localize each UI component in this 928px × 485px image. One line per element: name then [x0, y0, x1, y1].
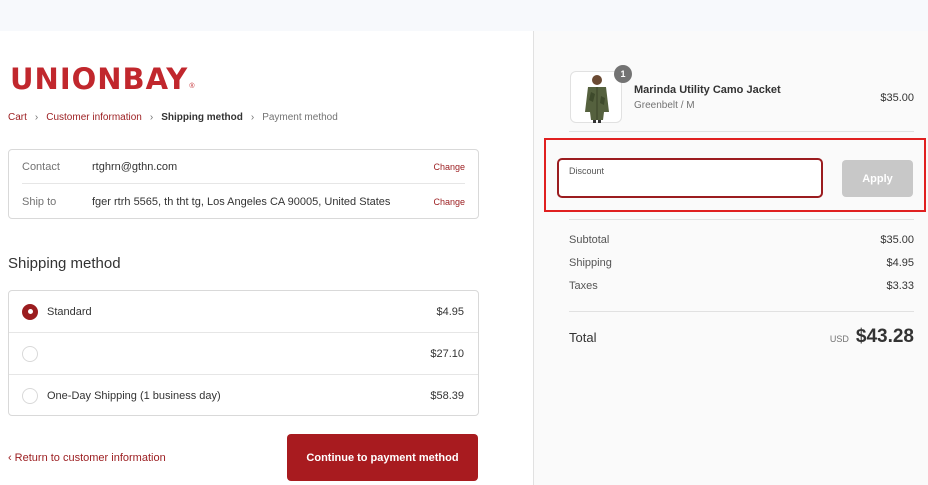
- shipping-option-label: One-Day Shipping (1 business day): [47, 390, 221, 402]
- contact-value: rtghrn@gthn.com: [92, 160, 178, 173]
- shipping-options: Standard $4.95 $27.10 One-Day Shipping (…: [8, 290, 479, 416]
- discount-input[interactable]: Discount: [558, 159, 822, 197]
- taxes-label: Taxes: [569, 280, 598, 292]
- contact-label: Contact: [22, 160, 60, 173]
- shipping-option-2[interactable]: $27.10: [9, 333, 478, 375]
- product-thumbnail: 1: [570, 65, 632, 123]
- divider: [569, 311, 914, 312]
- total-amount: USD $43.28: [830, 326, 914, 348]
- product-name: Marinda Utility Camo Jacket: [634, 84, 781, 96]
- discount-placeholder: Discount: [569, 166, 605, 176]
- divider: [569, 131, 914, 132]
- breadcrumb-cart[interactable]: Cart: [8, 112, 27, 123]
- product-price: $35.00: [880, 92, 914, 104]
- change-ship-to-link[interactable]: Change: [433, 197, 465, 207]
- main-content: UNIONBAY ® Cart › Customer information ›…: [0, 31, 533, 485]
- shipping-method-title: Shipping method: [8, 255, 121, 272]
- contact-row: Contact rtghrn@gthn.com Change: [22, 150, 465, 184]
- taxes-row: Taxes $3.33: [569, 280, 914, 292]
- chevron-right-icon: ›: [250, 112, 255, 123]
- registered-mark: ®: [189, 83, 195, 90]
- chevron-right-icon: ›: [34, 112, 39, 123]
- chevron-right-icon: ›: [149, 112, 154, 123]
- radio-dot-icon: [27, 309, 33, 314]
- radio-button[interactable]: [22, 303, 38, 320]
- breadcrumb: Cart › Customer information › Shipping m…: [8, 112, 338, 123]
- continue-to-payment-button[interactable]: Continue to payment method: [287, 434, 478, 481]
- shipping-option-standard[interactable]: Standard $4.95: [9, 291, 478, 333]
- chevron-left-icon: ‹: [8, 452, 12, 464]
- breadcrumb-shipping-method: Shipping method: [161, 112, 243, 123]
- shipping-option-label: Standard: [47, 305, 92, 318]
- ship-to-value: fger rtrh 5565, th tht tg, Los Angeles C…: [92, 196, 391, 208]
- breadcrumb-customer-information[interactable]: Customer information: [46, 112, 142, 123]
- taxes-value: $3.33: [886, 280, 914, 292]
- shipping-option-price: $27.10: [430, 347, 464, 360]
- quantity-badge: 1: [614, 65, 632, 83]
- total-value: $43.28: [855, 326, 914, 347]
- shipping-value: $4.95: [886, 257, 914, 269]
- return-to-customer-information-link[interactable]: ‹ Return to customer information: [8, 452, 166, 464]
- shipping-option-price: $58.39: [430, 390, 464, 402]
- product-variant: Greenbelt / M: [634, 100, 695, 111]
- divider: [569, 219, 914, 220]
- subtotal-value: $35.00: [880, 234, 914, 246]
- radio-button[interactable]: [22, 388, 38, 404]
- breadcrumb-payment-method: Payment method: [262, 112, 338, 123]
- change-contact-link[interactable]: Change: [433, 162, 465, 172]
- subtotal-label: Subtotal: [569, 234, 610, 246]
- subtotal-row: Subtotal $35.00: [569, 234, 914, 246]
- apply-discount-button[interactable]: Apply: [842, 160, 913, 197]
- product-line-item: 1 Marinda Utility Camo Jacket Greenbelt …: [570, 65, 914, 124]
- ship-to-row: Ship to fger rtrh 5565, th tht tg, Los A…: [22, 185, 465, 219]
- radio-button[interactable]: [22, 345, 38, 362]
- currency-code: USD: [829, 334, 849, 344]
- shipping-option-price: $4.95: [436, 305, 464, 318]
- logo-text: UNIONBAY: [10, 62, 189, 96]
- review-box: Contact rtghrn@gthn.com Change Ship to f…: [8, 149, 479, 219]
- shipping-row: Shipping $4.95: [569, 257, 914, 269]
- order-summary: 1 Marinda Utility Camo Jacket Greenbelt …: [533, 31, 928, 485]
- total-label: Total: [569, 329, 597, 345]
- return-link-label: Return to customer information: [14, 452, 166, 464]
- shipping-option-one-day[interactable]: One-Day Shipping (1 business day) $58.39: [9, 375, 478, 417]
- top-bar: [0, 0, 928, 31]
- total-row: Total USD $43.28: [569, 323, 914, 351]
- ship-to-label: Ship to: [22, 196, 57, 208]
- shipping-label: Shipping: [569, 257, 612, 269]
- unionbay-logo[interactable]: UNIONBAY ®: [10, 64, 194, 94]
